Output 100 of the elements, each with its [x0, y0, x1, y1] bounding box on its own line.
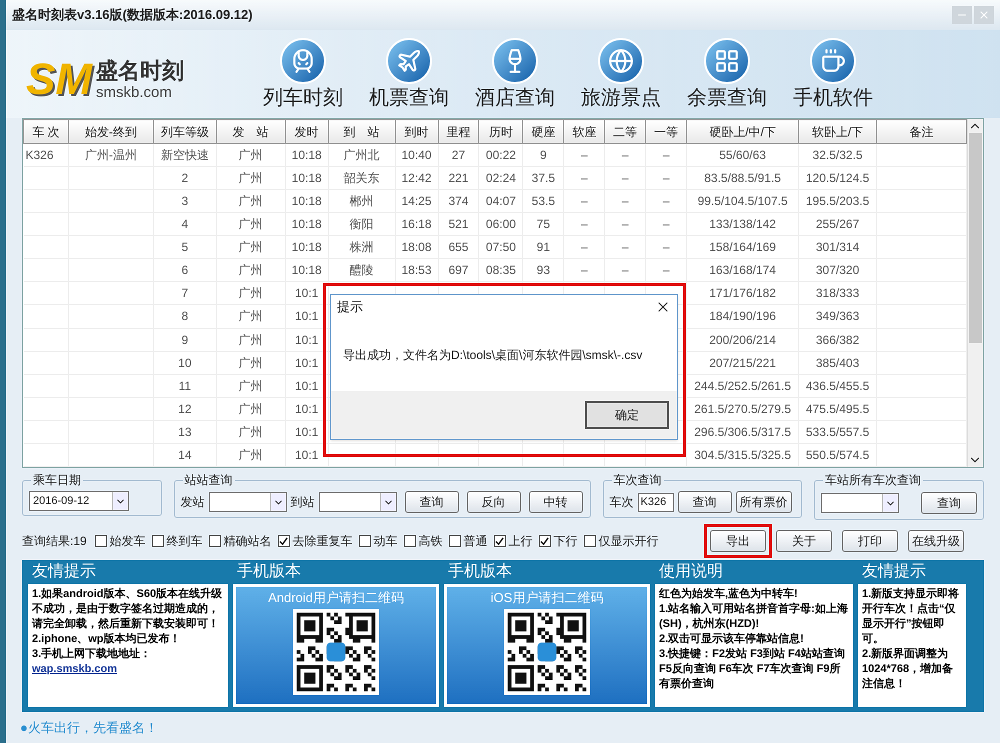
checkbox-label[interactable]: 高铁 [418, 532, 443, 550]
query-button[interactable]: 所有票价 [736, 491, 792, 513]
nav-button[interactable]: 手机软件 [786, 38, 880, 112]
table-cell: 349/363 [798, 304, 877, 328]
column-header[interactable]: 车 次 [24, 120, 68, 144]
table-cell: 120.5/124.5 [798, 166, 877, 190]
action-button[interactable]: 关于 [776, 530, 832, 552]
table-cell: 521 [438, 212, 479, 236]
table-cell: 10:18 [285, 190, 328, 213]
table-cell: 株洲 [328, 236, 396, 259]
table-cell: – [564, 258, 605, 282]
checkbox[interactable] [404, 535, 416, 547]
column-header[interactable]: 列车等级 [153, 120, 216, 144]
query-button[interactable]: 反向 [466, 491, 521, 513]
dropdown-field[interactable] [318, 492, 397, 512]
query-button[interactable]: 查询 [678, 491, 732, 513]
checkbox-label[interactable]: 终到车 [166, 532, 203, 550]
checkbox-label[interactable]: 下行 [554, 532, 578, 550]
table-cell: 10:1 [285, 282, 328, 305]
dropdown-field[interactable]: 2016-09-12 [29, 491, 129, 511]
ok-button[interactable]: 确定 [585, 401, 669, 429]
checkbox-label[interactable]: 仅显示开行 [598, 532, 659, 550]
table-cell: 374 [438, 190, 479, 213]
column-header[interactable]: 发 站 [216, 120, 286, 144]
group-title: 乘车日期 [31, 473, 83, 487]
table-cell: 广州 [216, 212, 286, 236]
table-cell: 301/314 [798, 236, 877, 259]
table-cell: 02:24 [478, 166, 523, 190]
table-cell: 163/168/174 [686, 258, 799, 282]
checkbox-label[interactable]: 动车 [374, 532, 398, 550]
checkbox[interactable] [538, 535, 551, 547]
scrollbar-thumb[interactable] [969, 133, 982, 343]
table-cell: 衡阳 [328, 212, 396, 236]
checkbox-label[interactable]: 普通 [464, 532, 488, 550]
checkbox[interactable] [278, 535, 290, 547]
checkbox[interactable] [94, 535, 107, 547]
group-title: 车站所有车次查询 [823, 473, 923, 487]
checkbox-label[interactable]: 精确站名 [224, 532, 272, 550]
table-cell: 10:1 [285, 304, 328, 328]
table-cell: 296.5/306.5/317.5 [686, 420, 799, 444]
download-link[interactable]: wap.smskb.com [32, 663, 117, 675]
checkbox-label[interactable]: 上行 [508, 532, 533, 550]
checkbox-label[interactable]: 去除重复车 [292, 532, 353, 550]
column-header[interactable]: 备注 [876, 120, 967, 144]
column-header[interactable]: 到时 [395, 120, 438, 144]
action-button[interactable]: 在线升级 [908, 530, 964, 552]
nav-button[interactable]: 酒店查询 [468, 38, 562, 112]
table-cell: – [604, 212, 646, 236]
table-cell: – [604, 166, 646, 190]
column-header[interactable]: 始发-终到 [68, 120, 154, 144]
column-header[interactable]: 到 站 [328, 120, 396, 144]
tip-text: 3.快捷键：F2发站 F3到站 F4站站查询 F5反向查询 F6车次 F7车次查询 F9所有票价查询 [659, 647, 846, 692]
table-cell: 550.5/574.5 [798, 443, 877, 466]
column-header[interactable]: 硬座 [522, 120, 564, 144]
checkbox[interactable] [358, 535, 371, 547]
column-header[interactable]: 里程 [438, 120, 479, 144]
nav-button[interactable]: 余票查询 [680, 38, 774, 112]
dropdown-field[interactable] [208, 492, 287, 512]
table-cell: 广州 [216, 166, 286, 190]
table-cell: 10:1 [285, 443, 328, 466]
train-number-field[interactable]: K326 [638, 492, 674, 512]
column-header[interactable]: 二等 [604, 120, 646, 144]
checkbox[interactable] [584, 535, 596, 547]
group-title: 站站查询 [182, 473, 235, 487]
table-cell: 697 [438, 258, 479, 282]
table-cell: 广州 [216, 374, 286, 398]
checkbox-label[interactable]: 始发车 [110, 532, 146, 550]
field-label: 车次 [610, 494, 634, 511]
column-header[interactable]: 软卧上/下 [798, 120, 877, 144]
tip-text: 2.双击可显示该车停靠站信息! [659, 632, 805, 647]
coffee-cup-icon [820, 48, 846, 74]
checkbox[interactable] [448, 535, 461, 547]
query-button[interactable]: 查询 [921, 492, 977, 514]
nav-button[interactable]: 机票查询 [362, 38, 456, 112]
panel-title: 使用说明 [658, 562, 724, 582]
table-cell: 广州北 [328, 144, 396, 167]
column-header[interactable]: 软座 [564, 120, 605, 144]
query-button[interactable]: 查询 [404, 491, 459, 513]
action-button[interactable]: 打印 [842, 530, 898, 552]
scrollbar[interactable] [967, 119, 983, 467]
table-cell: K326 [24, 144, 68, 167]
column-header[interactable]: 历时 [478, 120, 523, 144]
table-cell: 18:53 [395, 258, 438, 282]
nav-button[interactable]: 旅游景点 [574, 38, 668, 112]
dropdown-field[interactable] [821, 493, 899, 513]
column-header[interactable]: 一等 [646, 120, 687, 144]
table-cell: 27 [438, 144, 479, 167]
table-cell: 6 [153, 258, 216, 282]
nav-button[interactable]: 列车时刻 [256, 38, 350, 112]
table-cell: 5 [153, 236, 216, 259]
query-button[interactable]: 中转 [528, 491, 583, 513]
column-header[interactable]: 硬卧上/中/下 [686, 120, 799, 144]
table-cell: 10 [153, 351, 216, 374]
table-cell: 4 [153, 212, 216, 236]
table-cell: 广州-温州 [68, 144, 154, 167]
checkbox[interactable] [494, 535, 506, 547]
checkbox[interactable] [152, 535, 164, 547]
column-header[interactable]: 发时 [285, 120, 328, 144]
checkbox[interactable] [208, 535, 221, 547]
action-button[interactable]: 导出 [710, 530, 766, 552]
